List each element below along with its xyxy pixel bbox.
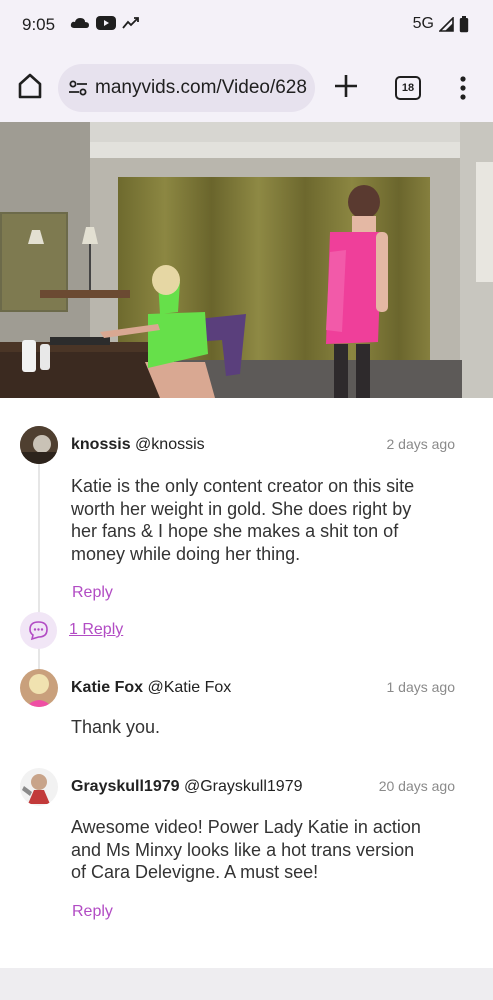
status-bar: 9:05 5G [0, 0, 493, 52]
comment-author[interactable]: knossis @knossis [71, 436, 205, 454]
replies-bubble[interactable] [20, 612, 57, 649]
more-vert-icon [460, 76, 466, 100]
comments-section: knossis @knossis 2 days ago Katie is the… [0, 398, 493, 968]
battery-icon [459, 15, 469, 32]
browser-toolbar: manyvids.com/Video/628 18 [0, 56, 493, 122]
more-menu-button[interactable] [456, 74, 470, 102]
avatar[interactable] [20, 768, 58, 806]
comment-text: Awesome video! Power Lady Katie in actio… [71, 817, 421, 882]
comment-text: Thank you. [71, 717, 161, 737]
chat-bubble-icon [29, 621, 48, 641]
avatar-image [20, 426, 58, 464]
reply-button[interactable]: Reply [72, 584, 113, 602]
status-time: 9:05 [22, 15, 56, 34]
url-text[interactable]: manyvids.com/Video/628 [95, 77, 307, 99]
plus-icon [335, 75, 357, 97]
site-settings-icon[interactable] [68, 78, 88, 98]
video-frame [0, 122, 493, 398]
avatar-image [20, 768, 58, 806]
avatar[interactable] [20, 669, 58, 707]
notification-icons [70, 16, 140, 30]
new-tab-button[interactable] [332, 72, 360, 100]
tab-switcher-button[interactable]: 18 [395, 76, 421, 100]
avatar[interactable] [20, 426, 58, 464]
comment-author[interactable]: Katie Fox @Katie Fox [71, 679, 231, 697]
avatar-image [20, 669, 58, 707]
comment-text: Katie is the only content creator on thi… [71, 476, 415, 564]
view-replies-link[interactable]: 1 Reply [69, 621, 123, 639]
cloud-icon [70, 18, 89, 28]
address-bar[interactable]: manyvids.com/Video/628 [58, 64, 315, 112]
home-icon [18, 73, 42, 99]
status-right: 5G [413, 15, 469, 33]
home-button[interactable] [14, 70, 46, 102]
bottom-divider [0, 968, 493, 1000]
comment-time: 20 days ago [378, 778, 455, 794]
comment-author[interactable]: Grayskull1979 @Grayskull1979 [71, 778, 303, 796]
network-label: 5G [412, 15, 434, 32]
comment-time: 1 days ago [386, 679, 456, 695]
video-player[interactable] [0, 122, 493, 398]
trending-icon [122, 17, 139, 29]
youtube-icon [96, 16, 116, 30]
reply-button[interactable]: Reply [72, 903, 113, 921]
signal-icon [439, 16, 454, 32]
comment-time: 2 days ago [386, 436, 456, 452]
